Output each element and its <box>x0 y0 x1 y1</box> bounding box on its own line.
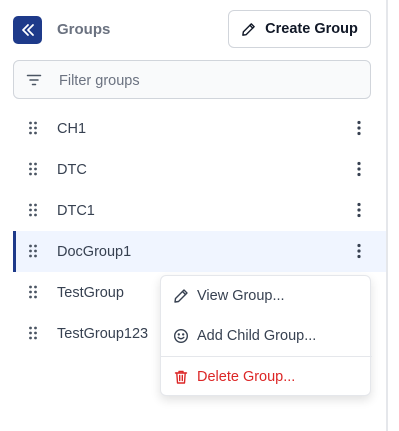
group-row-selected[interactable]: DocGroup1 <box>13 231 386 272</box>
menu-item-label: View Group... <box>197 288 285 304</box>
drag-handle-icon[interactable] <box>28 326 38 340</box>
group-name: TestGroup <box>57 285 124 301</box>
pencil-icon <box>242 22 255 36</box>
group-row[interactable]: DTC <box>13 149 386 190</box>
drag-handle-icon[interactable] <box>28 121 38 135</box>
group-name: CH1 <box>57 121 87 137</box>
drag-handle-icon[interactable] <box>28 203 38 217</box>
filter-icon <box>26 74 42 86</box>
group-name: TestGroup123 <box>57 326 149 342</box>
double-chevron-left-icon <box>21 24 34 36</box>
panel-divider <box>386 0 388 431</box>
create-group-label: Create Group <box>265 21 358 37</box>
filter-box <box>13 60 371 99</box>
menu-item-label: Delete Group... <box>197 369 296 385</box>
group-name: DTC1 <box>57 203 95 219</box>
create-group-button[interactable]: Create Group <box>228 10 371 48</box>
menu-item-label: Add Child Group... <box>197 328 317 344</box>
group-name: DTC <box>57 162 87 178</box>
menu-item-delete-group[interactable]: Delete Group... <box>161 357 372 397</box>
menu-item-view-group[interactable]: View Group... <box>161 276 372 316</box>
group-row[interactable]: DTC1 <box>13 190 386 231</box>
collapse-sidebar-button[interactable] <box>13 16 42 44</box>
more-options-icon[interactable] <box>354 202 364 218</box>
pencil-icon <box>174 289 188 303</box>
group-name: DocGroup1 <box>57 244 132 260</box>
menu-item-add-child-group[interactable]: Add Child Group... <box>161 316 372 356</box>
smiley-icon <box>173 328 189 344</box>
drag-handle-icon[interactable] <box>28 162 38 176</box>
panel-title: Groups <box>57 21 111 38</box>
more-options-icon[interactable] <box>354 243 364 259</box>
filter-groups-input[interactable] <box>57 67 361 95</box>
drag-handle-icon[interactable] <box>28 285 38 299</box>
more-options-icon[interactable] <box>354 120 364 136</box>
trash-icon <box>174 370 188 384</box>
more-options-icon[interactable] <box>354 161 364 177</box>
group-row[interactable]: CH1 <box>13 108 386 149</box>
group-context-menu: View Group... Add Child Group... Delete … <box>160 275 372 397</box>
drag-handle-icon[interactable] <box>28 244 38 258</box>
